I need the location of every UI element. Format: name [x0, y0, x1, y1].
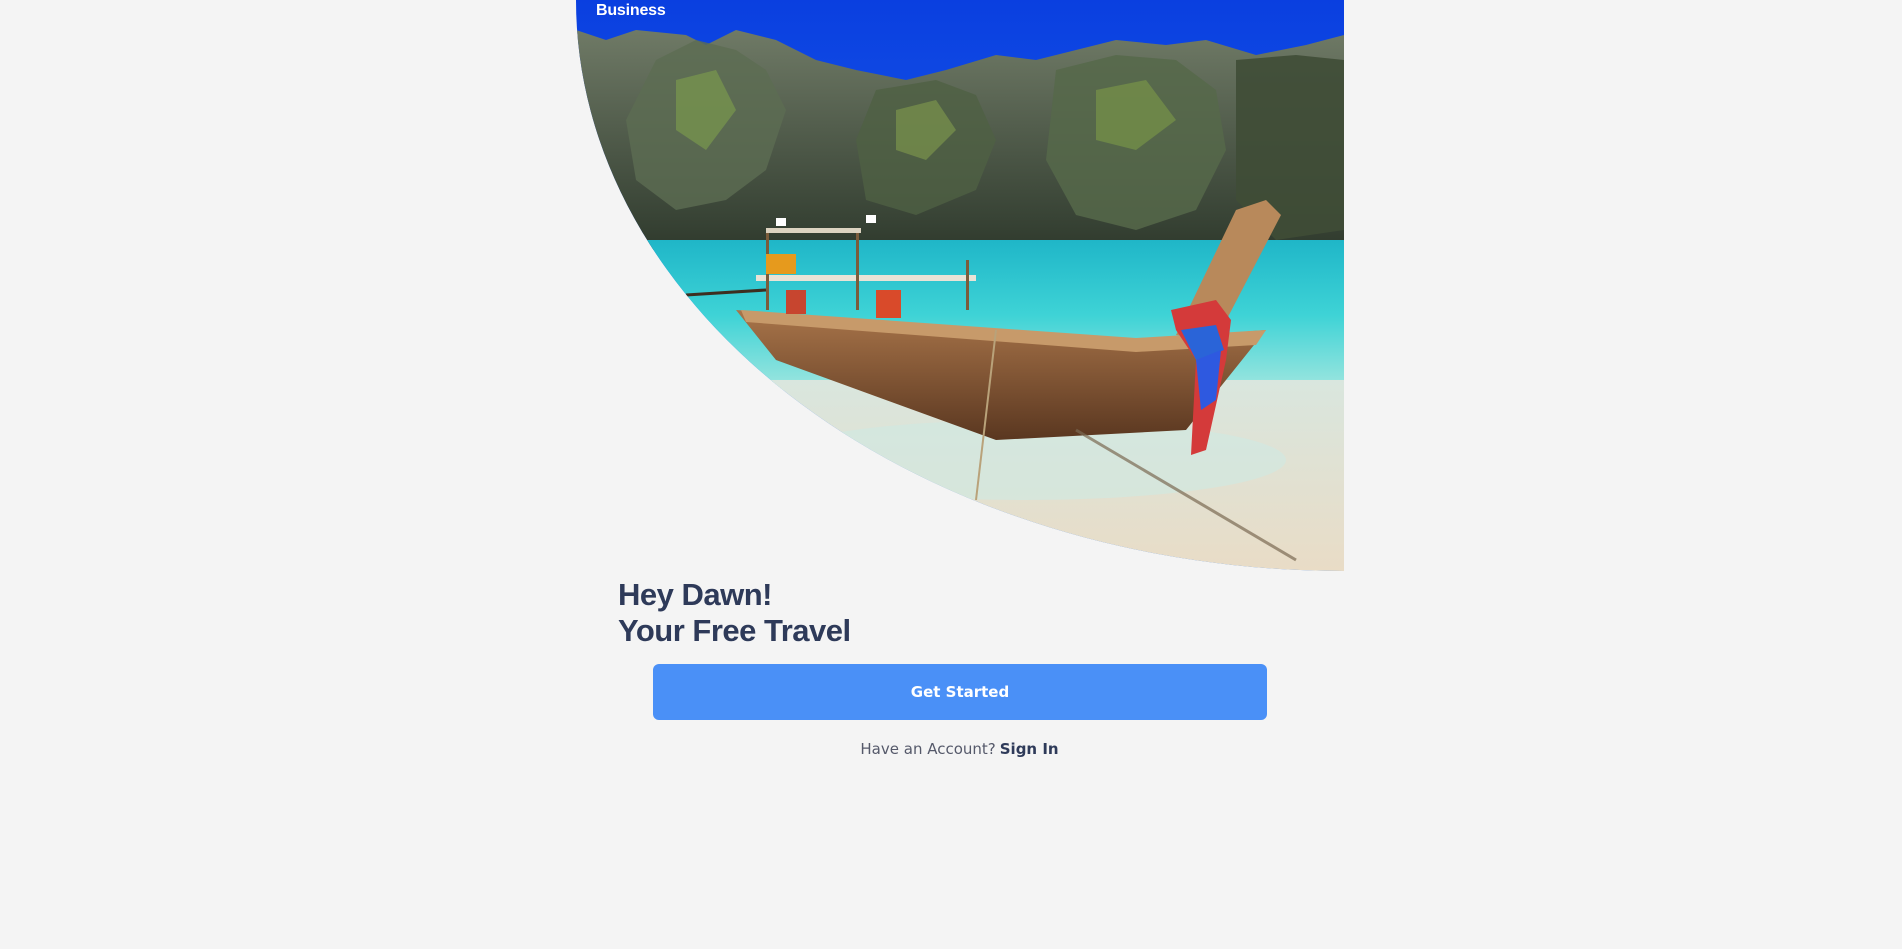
- get-started-button[interactable]: Get Started: [653, 664, 1267, 720]
- hero-beach-boat-image: [576, 0, 1344, 571]
- hero-image-curved-mask: [576, 0, 1344, 571]
- greeting-line-2: Your Free Travel: [618, 613, 851, 648]
- sign-in-link[interactable]: Sign In: [1000, 740, 1059, 758]
- brand-label: Business: [596, 2, 666, 19]
- greeting-heading: Hey Dawn! Your Free Travel: [618, 577, 851, 649]
- sign-in-prompt: Have an Account?: [860, 740, 996, 758]
- app-root: Business Hey Dawn! Your Free Travel Get …: [0, 0, 1902, 949]
- sign-in-row: Have an Account? Sign In: [0, 740, 1902, 758]
- hero-image-panel: [576, 0, 1344, 571]
- greeting-line-1: Hey Dawn!: [618, 577, 772, 612]
